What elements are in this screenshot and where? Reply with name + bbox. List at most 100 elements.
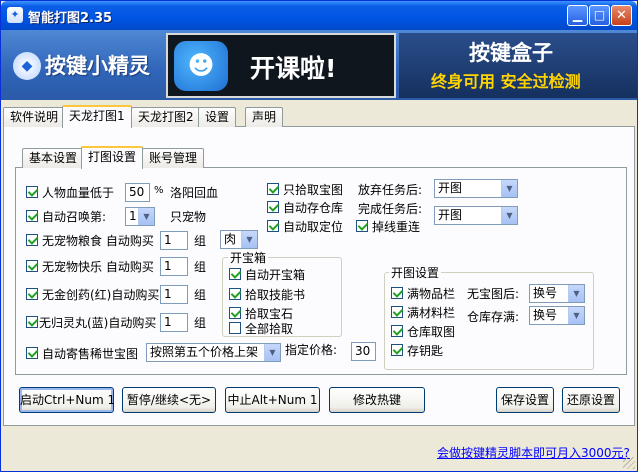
resize-grip-icon[interactable] [623,457,635,469]
pet-food-type-value: 肉 [224,232,237,246]
chevron-down-icon[interactable]: ▼ [241,231,257,248]
close-icon: ✕ [616,8,627,23]
price-input[interactable]: 30 [351,342,376,361]
promo-link[interactable]: 会做按键精灵脚本即可月入3000元? [437,444,630,461]
close-button[interactable]: ✕ [611,5,632,26]
header-banner: ◆ 按键小精灵 ☻ 开课啦! 按键盒子 终身可用 安全过检测 [1,30,637,100]
full-items-checkbox[interactable] [391,287,403,299]
tab-tianlong-map-2[interactable]: 天龙打图2 [131,107,201,127]
title-bar[interactable]: ✦ 智能打图2.35 ▁ □ ✕ [1,1,637,30]
chevron-down-icon[interactable]: ▼ [568,307,584,324]
ad-text: 开课啦! [250,54,337,83]
pet-joy-unit: 组 [194,260,207,274]
pet-joy-qty-input[interactable]: 1 [160,257,188,276]
hp-checkbox[interactable] [26,186,38,198]
blue-pill-checkbox[interactable] [26,316,38,328]
chest-group-title: 开宝箱 [228,249,269,266]
abandon-value: 开图 [438,181,463,195]
auto-locate-label: 自动取定位 [283,220,344,234]
summon-label: 自动召唤第: [42,210,107,224]
pick-skill-book-checkbox[interactable] [229,288,241,300]
auto-store-label: 自动存仓库 [283,201,344,215]
hp-action: 洛阳回血 [170,186,219,200]
stop-button[interactable]: 中止Alt+Num 1 [225,387,320,413]
open-map-group-title: 开图设置 [389,264,442,281]
hp-label: 人物血量低于 [42,186,115,200]
pet-food-checkbox[interactable] [26,234,38,246]
consign-checkbox[interactable] [26,347,38,359]
abandon-select[interactable]: 开图 ▼ [434,179,518,198]
pick-all-label: 全部拾取 [245,322,294,336]
chevron-down-icon[interactable]: ▼ [264,344,280,361]
chevron-down-icon[interactable]: ▼ [501,180,517,197]
complete-value: 开图 [438,208,463,222]
ad-banner[interactable]: ☻ 开课啦! [166,33,396,98]
tab-statement[interactable]: 声明 [245,107,284,127]
minimize-button[interactable]: ▁ [567,5,588,26]
start-button[interactable]: 启动Ctrl+Num 1 [19,387,115,413]
edit-hotkey-button[interactable]: 修改热键 [329,387,425,413]
chevron-down-icon[interactable]: ▼ [501,207,517,224]
minimize-icon: ▁ [572,8,583,22]
tab-tianlong-map-1[interactable]: 天龙打图1 [62,105,132,128]
blue-pill-qty-input[interactable]: 1 [160,313,188,332]
consign-mode-select[interactable]: 按照第五个价格上架 ▼ [146,343,281,362]
warehouse-full-label: 仓库存满: [467,310,520,324]
red-pill-label: 无金创药(红)自动购买 [42,288,160,302]
reconnect-label: 掉线重连 [372,220,421,234]
subtab-account-management[interactable]: 账号管理 [142,148,205,168]
auto-locate-checkbox[interactable] [267,220,279,232]
auto-store-checkbox[interactable] [267,201,279,213]
store-map-checkbox[interactable] [391,325,403,337]
deposit-key-label: 存钥匙 [407,344,444,358]
pick-map-only-checkbox[interactable] [267,183,279,195]
store-map-label: 仓库取图 [407,325,456,339]
no-map-value: 换号 [533,286,558,300]
chevron-down-icon[interactable]: ▼ [568,285,584,302]
complete-select[interactable]: 开图 ▼ [434,206,518,225]
blue-pill-unit: 组 [194,316,207,330]
box-ad-banner[interactable]: 按键盒子 终身可用 安全过检测 [399,33,637,98]
full-materials-checkbox[interactable] [391,306,403,318]
pick-all-checkbox[interactable] [229,322,241,334]
auto-open-chest-checkbox[interactable] [229,268,241,280]
box-ad-subtitle: 终身可用 安全过检测 [431,72,581,91]
pet-food-qty-input[interactable]: 1 [160,231,188,250]
save-settings-button[interactable]: 保存设置 [496,387,554,413]
app-icon: ✦ [7,7,23,23]
maximize-button[interactable]: □ [589,5,610,26]
summon-checkbox[interactable] [26,210,38,222]
red-pill-unit: 组 [194,288,207,302]
pet-food-unit: 组 [194,234,207,248]
full-materials-label: 满材料栏 [407,306,456,320]
reconnect-checkbox[interactable] [356,220,368,232]
tab-settings[interactable]: 设置 [198,107,237,127]
full-items-label: 满物品栏 [407,287,456,301]
pause-resume-button[interactable]: 暂停/继续<无> [122,387,216,413]
auto-open-chest-label: 自动开宝箱 [245,268,306,282]
abandon-label: 放弃任务后: [358,183,423,197]
consign-mode-value: 按照第五个价格上架 [150,345,259,359]
pet-joy-checkbox[interactable] [26,260,38,272]
summon-unit: 只宠物 [170,210,207,224]
hp-unit: % [154,185,164,196]
brand-logo-icon: ◆ [13,52,41,80]
red-pill-checkbox[interactable] [26,288,38,300]
hp-threshold-input[interactable]: 50 [125,183,150,202]
pick-map-only-label: 只拾取宝图 [283,183,344,197]
subtab-basic-settings[interactable]: 基本设置 [22,148,85,168]
warehouse-full-value: 换号 [533,308,558,322]
pet-food-type-select[interactable]: 肉 ▼ [220,230,258,249]
chevron-down-icon[interactable]: ▼ [138,208,154,225]
warehouse-full-select[interactable]: 换号 ▼ [529,306,585,325]
price-label: 指定价格: [285,343,338,357]
red-pill-qty-input[interactable]: 1 [160,285,188,304]
restore-settings-button[interactable]: 还原设置 [562,387,620,413]
summon-select[interactable]: 1 ▼ [125,207,155,226]
pick-gem-checkbox[interactable] [229,307,241,319]
no-map-select[interactable]: 换号 ▼ [529,284,585,303]
main-window: ✦ 智能打图2.35 ▁ □ ✕ ◆ 按键小精灵 ☻ 开课啦! 按键盒子 终身可… [0,0,638,472]
subtab-map-settings[interactable]: 打图设置 [81,146,144,169]
deposit-key-checkbox[interactable] [391,344,403,356]
tab-software-info[interactable]: 软件说明 [3,107,66,127]
